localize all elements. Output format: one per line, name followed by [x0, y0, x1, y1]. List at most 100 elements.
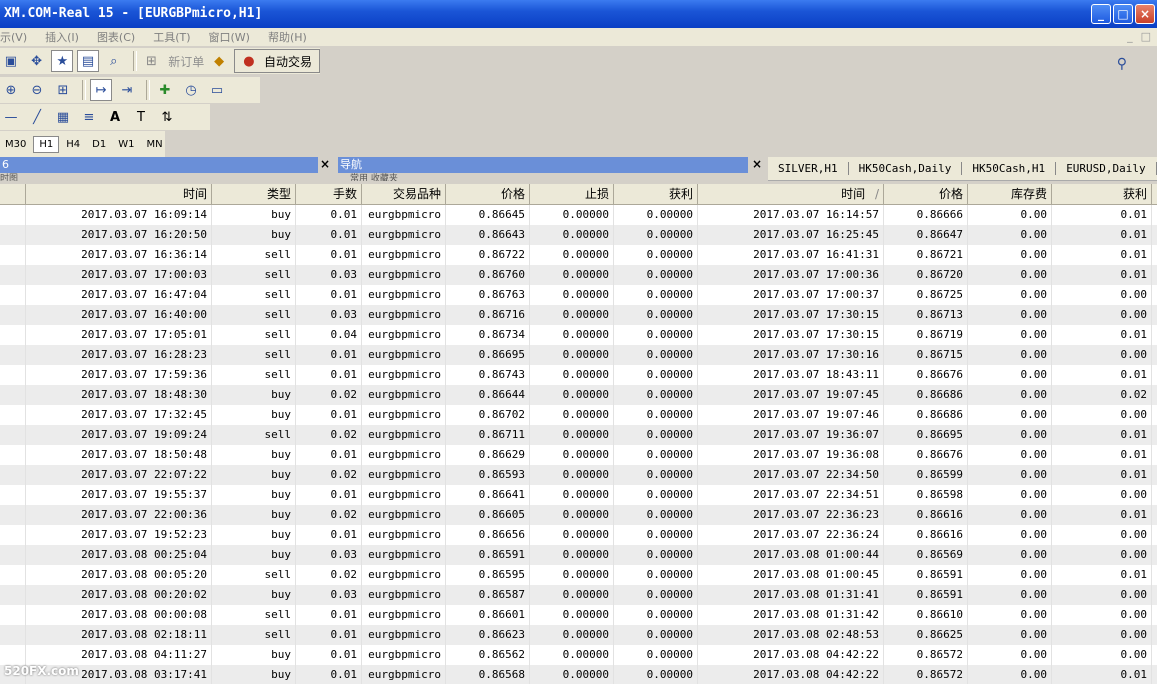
channel-icon[interactable]: ▦ — [52, 106, 74, 128]
auto-scroll-icon[interactable]: ↦ — [90, 79, 112, 101]
close-button[interactable]: × — [1135, 4, 1155, 24]
cell-close-time: 2017.03.07 16:25:45 — [698, 225, 884, 245]
period-d1[interactable]: D1 — [87, 137, 111, 152]
menu-charts[interactable]: 图表(C) — [97, 29, 145, 45]
tester-icon[interactable]: ⌕ — [103, 50, 125, 72]
zoom-out-icon[interactable]: ⊖ — [26, 79, 48, 101]
table-row[interactable]: 2017.03.07 17:32:45 buy 0.01 eurgbpmicro 0.8… — [0, 405, 1157, 425]
table-row[interactable]: 2017.03.08 04:11:27 buy 0.01 eurgbpmicro 0.8… — [0, 645, 1157, 665]
cell-swap: 0.00 — [968, 465, 1052, 485]
navigator-close-icon[interactable]: × — [752, 157, 762, 171]
cell-type: buy — [212, 405, 296, 425]
table-row[interactable]: 2017.03.07 16:47:04 sell 0.01 eurgbpmicro 0.… — [0, 285, 1157, 305]
chart-tab-hk50cash-daily[interactable]: HK50Cash,Daily — [849, 162, 963, 175]
table-row[interactable]: 2017.03.07 16:28:23 sell 0.01 eurgbpmicro 0.… — [0, 345, 1157, 365]
table-row[interactable]: 2017.03.08 00:00:08 sell 0.01 eurgbpmicro 0.… — [0, 605, 1157, 625]
mdi-restore-button[interactable]: □ — [1141, 30, 1151, 43]
navigator-icon[interactable]: ▤ — [77, 50, 99, 72]
column-header-take-profit[interactable]: 获利 — [614, 184, 698, 204]
table-row[interactable]: 2017.03.07 16:09:14 buy 0.01 eurgbpmicro 0.8… — [0, 205, 1157, 225]
menu-tools[interactable]: 工具(T) — [153, 29, 200, 45]
market-watch-close-icon[interactable]: × — [320, 157, 330, 171]
cell-open-time: 2017.03.08 04:11:27 — [26, 645, 212, 665]
table-row[interactable]: 2017.03.08 03:17:41 buy 0.01 eurgbpmicro 0.8… — [0, 665, 1157, 684]
templates-icon[interactable]: ▭ — [206, 79, 228, 101]
table-row[interactable]: 2017.03.07 16:20:50 buy 0.01 eurgbpmicro 0.8… — [0, 225, 1157, 245]
table-row[interactable]: 2017.03.07 17:59:36 sell 0.01 eurgbpmicro 0.… — [0, 365, 1157, 385]
column-header-open-time[interactable]: 时间 — [26, 184, 212, 204]
cell-take-profit: 0.00000 — [614, 305, 698, 325]
cell-open-price: 0.86702 — [446, 405, 530, 425]
menu-window[interactable]: 窗口(W) — [209, 29, 260, 45]
table-row[interactable]: 2017.03.08 00:25:04 buy 0.03 eurgbpmicro 0.8… — [0, 545, 1157, 565]
column-header-profit[interactable]: 获利 — [1052, 184, 1152, 204]
column-header-type[interactable]: 类型 — [212, 184, 296, 204]
table-row[interactable]: 2017.03.08 00:20:02 buy 0.03 eurgbpmicro 0.8… — [0, 585, 1157, 605]
table-row[interactable]: 2017.03.07 18:48:30 buy 0.02 eurgbpmicro 0.8… — [0, 385, 1157, 405]
table-row[interactable]: 2017.03.07 19:09:24 sell 0.02 eurgbpmicro 0.… — [0, 425, 1157, 445]
indicators-icon[interactable]: ✚ — [154, 79, 176, 101]
crosshair-icon[interactable]: ✥ — [26, 50, 48, 72]
table-row[interactable]: 2017.03.07 22:00:36 buy 0.02 eurgbpmicro 0.8… — [0, 505, 1157, 525]
column-header-close-time[interactable]: 时间 / — [698, 184, 884, 204]
text-label-icon[interactable]: T — [130, 106, 152, 128]
mdi-minimize-button[interactable]: _ — [1127, 30, 1133, 43]
menu-view[interactable]: 示(V) — [0, 29, 37, 45]
arrows-icon[interactable]: ⇅ — [156, 106, 178, 128]
period-h4[interactable]: H4 — [61, 137, 85, 152]
table-row[interactable]: 2017.03.07 17:05:01 sell 0.04 eurgbpmicro 0.… — [0, 325, 1157, 345]
text-icon[interactable]: A — [104, 106, 126, 128]
cell-close-price: 0.86713 — [884, 305, 968, 325]
metaeditor-icon[interactable]: ◆ — [208, 50, 230, 72]
cell-symbol: eurgbpmicro — [362, 345, 446, 365]
cell-close-time: 2017.03.07 22:36:23 — [698, 505, 884, 525]
period-h1[interactable]: H1 — [33, 135, 60, 153]
menu-insert[interactable]: 插入(I) — [45, 29, 89, 45]
cell-open-price: 0.86734 — [446, 325, 530, 345]
navigator-subtabs[interactable]: 常用 收藏夹 — [350, 171, 470, 181]
table-row[interactable]: 2017.03.07 19:52:23 buy 0.01 eurgbpmicro 0.8… — [0, 525, 1157, 545]
market-watch-subtab[interactable]: 时图 — [0, 171, 60, 181]
table-row[interactable]: 2017.03.07 16:36:14 sell 0.01 eurgbpmicro 0.… — [0, 245, 1157, 265]
zoom-in-icon[interactable]: ⊕ — [0, 79, 22, 101]
chart-tab-eurusd-daily[interactable]: EURUSD,Daily — [1056, 162, 1157, 175]
table-row[interactable]: 2017.03.07 17:00:03 sell 0.03 eurgbpmicro 0.… — [0, 265, 1157, 285]
chart-tab-hk50cash-h1[interactable]: HK50Cash,H1 — [962, 162, 1057, 175]
tile-windows-icon[interactable]: ⊞ — [52, 79, 74, 101]
column-header-lots[interactable]: 手数 — [296, 184, 362, 204]
horizontal-line-icon[interactable]: — — [0, 106, 22, 128]
maximize-button[interactable]: □ — [1113, 4, 1133, 24]
column-header-close-price[interactable]: 价格 — [884, 184, 968, 204]
fibonacci-icon[interactable]: ≡ — [78, 106, 100, 128]
trendline-icon[interactable]: ╱ — [26, 106, 48, 128]
table-row[interactable]: 2017.03.08 00:05:20 sell 0.02 eurgbpmicro 0.… — [0, 565, 1157, 585]
column-header-swap[interactable]: 库存费 — [968, 184, 1052, 204]
chart-shift-icon[interactable]: ⇥ — [116, 79, 138, 101]
cell-swap: 0.00 — [968, 445, 1052, 465]
table-row[interactable]: 2017.03.07 22:07:22 buy 0.02 eurgbpmicro 0.8… — [0, 465, 1157, 485]
column-header-open-price[interactable]: 价格 — [446, 184, 530, 204]
profiles-icon[interactable]: ▣ — [0, 50, 22, 72]
cell-type: sell — [212, 325, 296, 345]
period-w1[interactable]: W1 — [113, 137, 139, 152]
new-order-button[interactable]: 新订单 — [168, 53, 204, 70]
period-mn[interactable]: MN — [141, 137, 167, 152]
new-order-icon[interactable]: ⊞ — [141, 50, 163, 72]
cell-close-time: 2017.03.08 04:42:22 — [698, 665, 884, 684]
column-header-symbol[interactable]: 交易品种 — [362, 184, 446, 204]
search-icon[interactable]: ⚲ — [1117, 56, 1127, 72]
auto-trading-button[interactable]: ● 自动交易 — [233, 49, 320, 73]
table-row[interactable]: 2017.03.07 18:50:48 buy 0.01 eurgbpmicro 0.8… — [0, 445, 1157, 465]
menu-help[interactable]: 帮助(H) — [268, 29, 317, 45]
chart-tab-silver-h1[interactable]: SILVER,H1 — [768, 162, 849, 175]
table-row[interactable]: 2017.03.07 19:55:37 buy 0.01 eurgbpmicro 0.8… — [0, 485, 1157, 505]
periods-icon[interactable]: ◷ — [180, 79, 202, 101]
period-m30[interactable]: M30 — [0, 137, 31, 152]
minimize-button[interactable]: _ — [1091, 4, 1111, 24]
table-row[interactable]: 2017.03.08 02:18:11 sell 0.01 eurgbpmicro 0.… — [0, 625, 1157, 645]
column-header-stop-loss[interactable]: 止损 — [530, 184, 614, 204]
favorites-icon[interactable]: ★ — [51, 50, 74, 72]
row-order-cell — [0, 625, 26, 645]
table-row[interactable]: 2017.03.07 16:40:00 sell 0.03 eurgbpmicro 0.… — [0, 305, 1157, 325]
column-header-order[interactable] — [0, 184, 26, 204]
